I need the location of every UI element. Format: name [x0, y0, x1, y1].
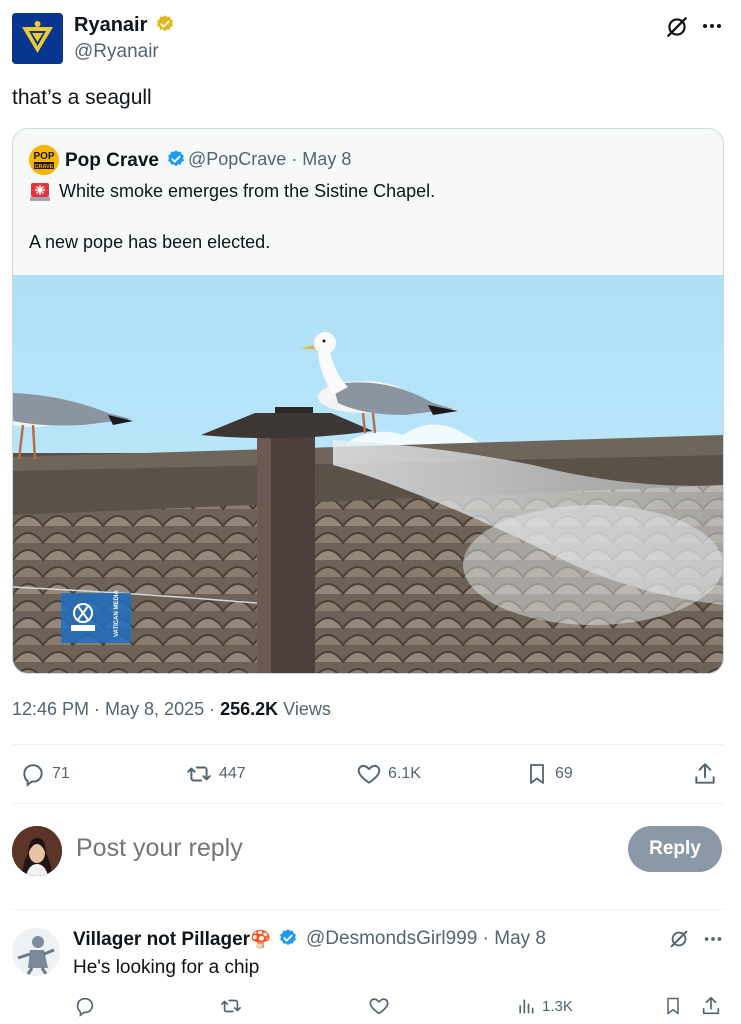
quote-text-line1: White smoke emerges from the Sistine Cha…: [59, 181, 436, 201]
comment-like-button[interactable]: [368, 994, 390, 1018]
share-icon: [700, 995, 722, 1017]
analytics-icon: [516, 996, 536, 1016]
ryanair-avatar[interactable]: [12, 13, 63, 64]
reply-action-button[interactable]: 71: [20, 760, 70, 788]
comment-views-button[interactable]: 1.3K: [516, 994, 573, 1018]
like-count: 6.1K: [388, 765, 421, 782]
chimney-seagull-photo[interactable]: VATICAN MEDIA: [13, 275, 723, 673]
bookmark-icon: [525, 761, 549, 787]
author-name[interactable]: Ryanair: [74, 14, 147, 36]
divider: [12, 744, 724, 745]
more-icon[interactable]: [702, 928, 724, 950]
author-name-row[interactable]: Ryanair: [74, 14, 175, 37]
bookmark-count: 69: [555, 765, 573, 782]
divider: [12, 909, 724, 910]
reply-icon: [74, 995, 96, 1017]
more-icon[interactable]: [700, 14, 724, 38]
popcrave-avatar: POP CRAVE: [29, 145, 59, 175]
comment-repost-button[interactable]: [219, 994, 243, 1018]
repost-icon: [185, 761, 213, 787]
current-user-avatar[interactable]: [12, 826, 62, 876]
verified-blue-icon: [278, 928, 298, 948]
heart-icon: [356, 761, 382, 787]
comment-bookmark-button[interactable]: [663, 994, 683, 1018]
divider: [12, 803, 724, 804]
heart-icon: [368, 995, 390, 1017]
reply-icon: [20, 761, 46, 787]
share-icon: [692, 761, 718, 787]
bookmark-action-button[interactable]: 69: [525, 760, 573, 788]
tweet-timestamp[interactable]: 12:46 PM · May 8, 2025 ·: [12, 699, 220, 719]
author-handle[interactable]: @Ryanair: [74, 41, 159, 63]
like-action-button[interactable]: 6.1K: [356, 760, 421, 788]
repost-action-button[interactable]: 447: [185, 760, 246, 788]
quote-meta: @PopCrave · May 8: [188, 149, 352, 169]
comment-share-button[interactable]: [700, 994, 722, 1018]
commenter-name-row[interactable]: Villager not Pillager🍄: [73, 928, 298, 951]
quote-author-name: Pop Crave: [65, 150, 159, 171]
siren-emoji-icon: [29, 181, 51, 203]
verified-gold-icon: [155, 14, 175, 34]
commenter-meta[interactable]: @DesmondsGirl999 · May 8: [306, 928, 546, 950]
vatican-media-watermark: VATICAN MEDIA: [114, 590, 120, 637]
grok-icon[interactable]: [664, 14, 690, 40]
repost-count: 447: [219, 765, 246, 782]
views-label: Views: [278, 699, 331, 719]
commenter-avatar[interactable]: [12, 928, 60, 976]
avatar-logo-top: POP: [33, 151, 54, 162]
bookmark-icon: [663, 995, 683, 1017]
reply-button[interactable]: Reply: [628, 826, 722, 872]
reply-input[interactable]: [76, 834, 596, 863]
reply-count: 71: [52, 765, 70, 782]
tweet-text: that’s a seagull: [12, 86, 152, 109]
repost-icon: [219, 995, 243, 1017]
share-action-button[interactable]: [692, 760, 718, 788]
comment-reply-button[interactable]: [74, 994, 96, 1018]
comment-text: He's looking for a chip: [73, 957, 260, 978]
quoted-tweet[interactable]: POP CRAVE Pop Crave @PopCrave · May 8 Wh…: [12, 128, 724, 674]
views-count: 256.2K: [220, 699, 279, 719]
tweet-meta: 12:46 PM · May 8, 2025 · 256.2K Views: [12, 699, 331, 720]
quote-text-line2: A new pope has been elected.: [29, 232, 271, 252]
grok-icon[interactable]: [668, 928, 690, 950]
comment-views-count: 1.3K: [542, 997, 573, 1015]
commenter-name[interactable]: Villager not Pillager: [73, 929, 250, 950]
verified-blue-icon: [166, 149, 186, 169]
mushroom-emoji: 🍄: [250, 930, 272, 949]
avatar-logo-bottom: CRAVE: [35, 164, 54, 170]
quote-author-row: Pop Crave: [65, 149, 186, 172]
